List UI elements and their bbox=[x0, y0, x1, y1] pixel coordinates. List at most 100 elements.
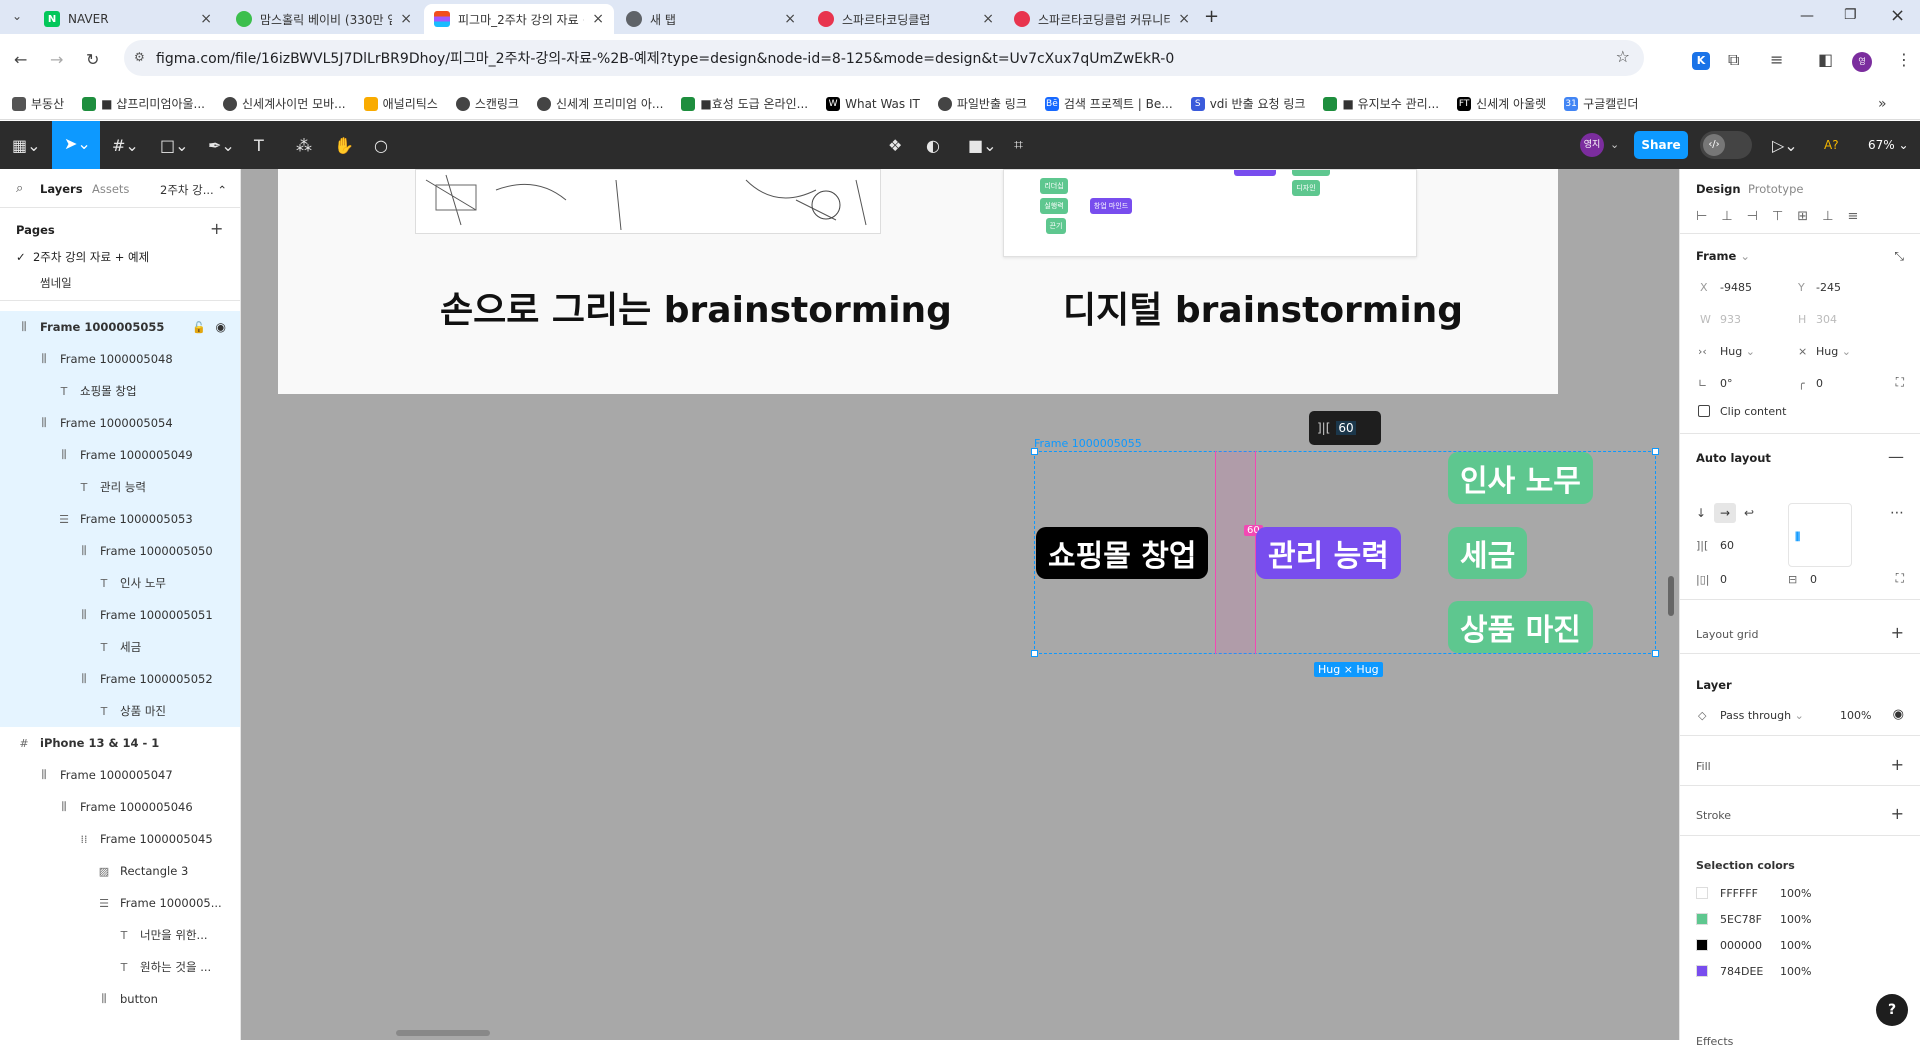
color-opacity[interactable]: 100% bbox=[1780, 939, 1811, 952]
color-hex[interactable]: 000000 bbox=[1720, 939, 1762, 952]
color-hex[interactable]: 784DEE bbox=[1720, 965, 1763, 978]
color-opacity[interactable]: 100% bbox=[1780, 887, 1811, 900]
bookmark-item[interactable]: Svdi 반출 요청 링크 bbox=[1190, 95, 1305, 112]
opacity-field[interactable]: 100% bbox=[1840, 709, 1871, 722]
horizontal-scrollbar[interactable] bbox=[396, 1030, 490, 1036]
side-panel-icon[interactable]: ◧ bbox=[1818, 50, 1833, 69]
boolean-icon[interactable]: ■⌄ bbox=[968, 133, 997, 157]
layer-row[interactable]: ⫼ Frame 1000005049 bbox=[0, 439, 240, 471]
color-swatch[interactable] bbox=[1696, 887, 1708, 899]
zoom-level[interactable]: 67% ⌄ bbox=[1868, 138, 1909, 152]
more-menu-icon[interactable]: ⋮ bbox=[1896, 50, 1912, 69]
user-avatar[interactable]: 영지 bbox=[1580, 133, 1604, 157]
direction-vertical-icon[interactable]: ↓ bbox=[1696, 506, 1706, 520]
resize-handle[interactable] bbox=[1031, 448, 1038, 455]
close-window-icon[interactable]: × bbox=[1890, 5, 1905, 26]
extensions-icon[interactable]: ⧉ bbox=[1728, 50, 1739, 70]
chip-tax[interactable]: 세금 bbox=[1448, 527, 1528, 579]
site-info-icon[interactable]: ⚙ bbox=[134, 50, 145, 64]
restore-icon[interactable]: ❐ bbox=[1844, 7, 1857, 23]
bookmark-item[interactable]: ■ 유지보수 관리... bbox=[1323, 95, 1439, 112]
resize-handle[interactable] bbox=[1652, 650, 1659, 657]
bookmark-item[interactable]: 신세계사이먼 모바... bbox=[223, 95, 346, 112]
layer-row[interactable]: ⫼ Frame 1000005052 bbox=[0, 663, 240, 695]
bookmark-item[interactable]: W What Was IT bbox=[826, 96, 920, 111]
layer-row[interactable]: ⫼ Frame 1000005055 🔓 ◉ bbox=[0, 311, 240, 343]
color-swatch[interactable] bbox=[1696, 939, 1708, 951]
alignment-grid[interactable]: ⦀ bbox=[1788, 503, 1852, 567]
page-item[interactable]: 썸네일 bbox=[40, 275, 72, 291]
forward-icon[interactable]: → bbox=[50, 50, 63, 69]
tab-design[interactable]: Design bbox=[1696, 182, 1741, 196]
add-page-icon[interactable]: + bbox=[210, 219, 223, 238]
bookmark-item[interactable]: FT 신세계 아울렛 bbox=[1457, 95, 1546, 112]
layer-row[interactable]: ⫼ Frame 1000005047 bbox=[0, 759, 240, 791]
clip-content-checkbox[interactable] bbox=[1698, 405, 1710, 417]
layer-row[interactable]: ⫼ Frame 1000005051 bbox=[0, 599, 240, 631]
move-tool-button[interactable]: ➤⌄ bbox=[52, 121, 100, 169]
mask-icon[interactable]: ◐ bbox=[926, 133, 940, 157]
browser-tab[interactable]: 맘스홀릭 베이비 (330만 엄마들× bbox=[226, 4, 422, 34]
vertical-scrollbar[interactable] bbox=[1668, 576, 1674, 616]
layer-row[interactable]: ▨ Rectangle 3 bbox=[0, 855, 240, 887]
height-hug-dropdown[interactable]: Hug ⌄ bbox=[1816, 345, 1851, 358]
back-icon[interactable]: ← bbox=[14, 50, 27, 69]
browser-tab[interactable]: N NAVER × bbox=[34, 4, 222, 34]
main-menu-icon[interactable]: ▦⌄ bbox=[12, 133, 41, 157]
avatar-chevron-icon[interactable]: ⌄ bbox=[1610, 138, 1619, 151]
layer-row[interactable]: T 관리 능력 bbox=[0, 471, 240, 503]
chip-shopping-startup[interactable]: 쇼핑몰 창업 bbox=[1036, 527, 1209, 579]
browser-tab[interactable]: 스파르타코딩클럽 × bbox=[808, 4, 1004, 34]
bookmark-item[interactable]: ■ 샵프리미엄아울... bbox=[82, 95, 205, 112]
layer-row[interactable]: T 세금 bbox=[0, 631, 240, 663]
font-warning-icon[interactable]: A? bbox=[1824, 133, 1839, 157]
crop-icon[interactable]: ⌗ bbox=[1014, 133, 1023, 157]
tab-assets[interactable]: Assets bbox=[92, 182, 129, 196]
close-tab-icon[interactable]: × bbox=[1178, 11, 1190, 27]
rotation-field[interactable]: 0° bbox=[1720, 377, 1733, 390]
frame-tool-icon[interactable]: #⌄ bbox=[112, 133, 139, 157]
page-item-current[interactable]: ✓ 2주차 강의 자료 + 예제 bbox=[16, 249, 149, 265]
color-opacity[interactable]: 100% bbox=[1780, 913, 1811, 926]
width-field[interactable]: 933 bbox=[1720, 313, 1741, 326]
close-tab-icon[interactable]: × bbox=[400, 11, 412, 27]
layer-row[interactable]: ☰ Frame 1000005053 bbox=[0, 503, 240, 535]
layer-row[interactable]: T 상품 마진 bbox=[0, 695, 240, 727]
add-fill-icon[interactable]: + bbox=[1891, 755, 1904, 774]
text-tool-icon[interactable]: T bbox=[254, 133, 264, 157]
layer-row[interactable]: T 너만을 위한... bbox=[0, 919, 240, 951]
visibility-eye-icon[interactable]: ◉ bbox=[216, 320, 226, 334]
height-field[interactable]: 304 bbox=[1816, 313, 1837, 326]
layer-row[interactable]: T 쇼핑몰 창업 bbox=[0, 375, 240, 407]
close-tab-icon[interactable]: × bbox=[592, 11, 604, 27]
present-icon[interactable]: ▷⌄ bbox=[1772, 133, 1798, 157]
layer-row[interactable]: ⫼ Frame 1000005050 bbox=[0, 535, 240, 567]
chip-management[interactable]: 관리 능력 bbox=[1256, 527, 1401, 579]
gap-input-popover[interactable]: ]|[ 60 bbox=[1309, 411, 1381, 445]
resources-icon[interactable]: ⁂ bbox=[296, 133, 312, 157]
media-icon[interactable]: ≡ bbox=[1770, 50, 1783, 69]
bookmark-item[interactable]: 애널리틱스 bbox=[363, 95, 438, 112]
minimize-icon[interactable]: — bbox=[1800, 8, 1814, 24]
profile-avatar-icon[interactable]: 영 bbox=[1852, 52, 1872, 72]
close-tab-icon[interactable]: × bbox=[200, 11, 212, 27]
component-icon[interactable]: ❖ bbox=[888, 133, 902, 157]
tab-prototype[interactable]: Prototype bbox=[1748, 182, 1803, 196]
direction-wrap-icon[interactable]: ↩ bbox=[1744, 506, 1754, 520]
browser-tab[interactable]: 스파르타코딩클럽 커뮤니티 | ...× bbox=[1004, 4, 1200, 34]
visibility-eye-icon[interactable]: ◉ bbox=[1893, 707, 1904, 722]
chip-hr-labor[interactable]: 인사 노무 bbox=[1448, 452, 1593, 504]
browser-tab-active[interactable]: 피그마_2주차 강의 자료 + 예제× bbox=[424, 4, 614, 34]
bookmark-item[interactable]: 파일반출 링크 bbox=[937, 95, 1027, 112]
color-swatch[interactable] bbox=[1696, 913, 1708, 925]
gap-input[interactable]: 60 bbox=[1336, 421, 1356, 435]
color-opacity[interactable]: 100% bbox=[1780, 965, 1811, 978]
frame-name-label[interactable]: Frame 1000005055 bbox=[1034, 437, 1142, 450]
remove-auto-layout-icon[interactable]: — bbox=[1888, 447, 1904, 466]
layer-row[interactable]: T 원하는 것을 ... bbox=[0, 951, 240, 983]
layer-row[interactable]: ⫼ button bbox=[0, 983, 240, 1015]
resize-handle[interactable] bbox=[1652, 448, 1659, 455]
extension-k-icon[interactable]: K bbox=[1692, 52, 1710, 70]
layer-row[interactable]: T 인사 노무 bbox=[0, 567, 240, 599]
horizontal-padding-field[interactable]: 0 bbox=[1720, 573, 1727, 586]
